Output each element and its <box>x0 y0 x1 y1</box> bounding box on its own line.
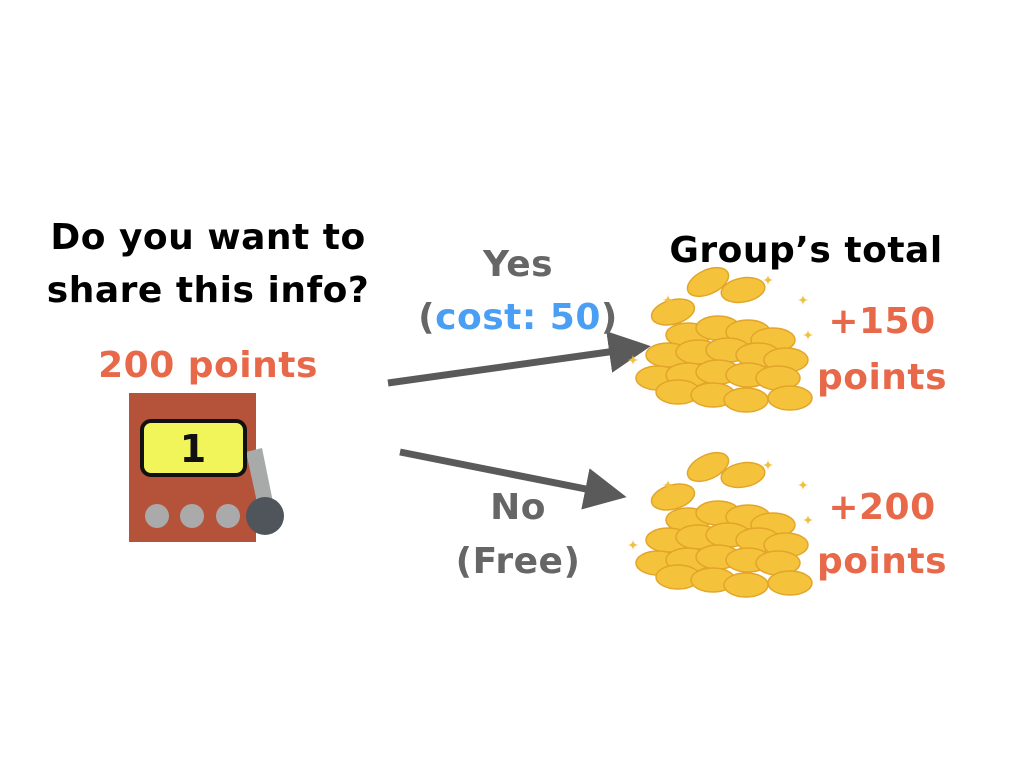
coin <box>723 387 769 413</box>
endowment-points: 200 points <box>98 345 318 386</box>
no-result-amount: +200 <box>828 487 936 528</box>
sparkle <box>627 539 639 551</box>
yes-result-amount: +150 <box>828 301 936 342</box>
paren: ( <box>418 297 436 338</box>
sparkle <box>797 479 809 491</box>
yes-cost: (cost: 50) <box>418 298 618 338</box>
slot-machine-icon: 1 <box>129 393 284 542</box>
slot-display: 1 <box>180 427 206 471</box>
cost-text: cost: 50 <box>435 297 601 338</box>
no-label: No <box>490 487 546 528</box>
paren: ) <box>600 297 618 338</box>
group-total-title: Group’s total <box>669 230 943 271</box>
question-line-2: share this info? <box>46 270 370 311</box>
sparkle <box>802 514 814 526</box>
no-cost: (Free) <box>455 541 581 582</box>
coin <box>767 570 813 596</box>
coin <box>723 572 769 598</box>
coin-pile-icon <box>627 451 814 598</box>
coin <box>767 385 813 411</box>
sparkle <box>802 329 814 341</box>
yes-label: Yes <box>482 244 554 285</box>
sparkle <box>627 354 639 366</box>
yes-arrow <box>387 331 651 387</box>
yes-result-unit: points <box>816 357 948 398</box>
no-result-unit: points <box>816 541 948 582</box>
coin-pile-icon <box>627 266 814 413</box>
question-line-1: Do you want to <box>50 217 366 258</box>
sparkle <box>797 294 809 306</box>
